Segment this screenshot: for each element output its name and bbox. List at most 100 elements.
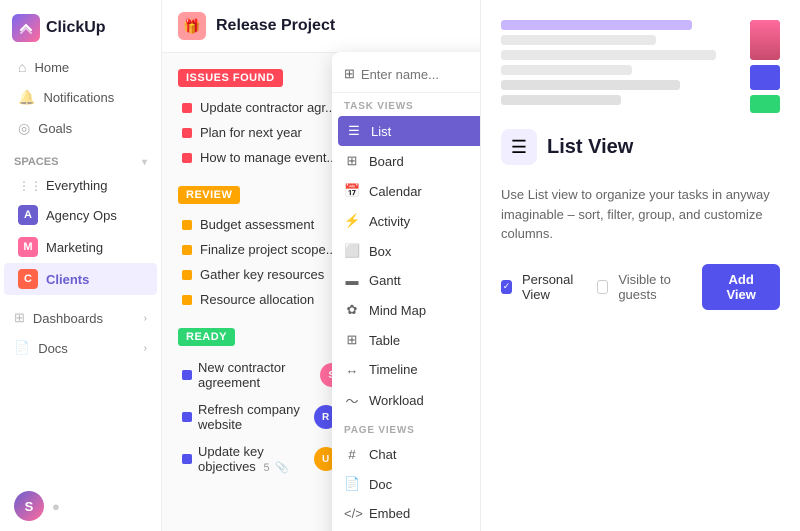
project-icon: 🎁 (178, 12, 206, 40)
checkmark-icon: ✓ (503, 281, 511, 292)
spaces-section: Spaces ▾ ⋮⋮ Everything A Agency Ops M Ma… (0, 144, 161, 295)
right-panel-header: ☰ List View (501, 129, 780, 175)
sidebar-item-goals[interactable]: ◎ Goals (4, 113, 157, 144)
sidebar-item-agency-ops[interactable]: A Agency Ops (4, 199, 157, 231)
list-label: List (371, 124, 391, 139)
activity-label: Activity (369, 214, 410, 229)
table-icon: ⊞ (344, 332, 360, 348)
task-tag: 5 (263, 462, 269, 474)
dropdown-item-workload[interactable]: 〜 Workload (332, 384, 480, 417)
goals-icon: ◎ (18, 120, 30, 137)
task-text: Resource allocation (200, 292, 314, 307)
illustration-bar-4 (501, 65, 632, 75)
activity-icon: ⚡ (344, 213, 360, 229)
page-views-label: PAGE VIEWS (332, 417, 480, 440)
timeline-icon: ↔ (344, 362, 360, 377)
doc-label: Doc (369, 477, 392, 492)
dropdown-item-timeline[interactable]: ↔ Timeline (332, 355, 480, 384)
sidebar-item-notifications[interactable]: 🔔 Notifications (4, 82, 157, 113)
list-view-title: List View (547, 136, 633, 159)
sidebar-item-everything[interactable]: ⋮⋮ Everything (4, 172, 157, 199)
sidebar-item-docs[interactable]: 📄 Docs › (0, 333, 161, 363)
spaces-chevron[interactable]: ▾ (142, 157, 147, 168)
dropdown-item-list[interactable]: ☰ List (338, 116, 480, 146)
view-name-input[interactable] (361, 67, 480, 82)
main-header: 🎁 Release Project (162, 0, 480, 53)
guests-checkbox[interactable] (597, 280, 608, 294)
illustration-bar-5 (501, 80, 680, 90)
chart-bar-green (750, 95, 780, 113)
sidebar-item-marketing[interactable]: M Marketing (4, 231, 157, 263)
logo-text: ClickUp (46, 19, 106, 37)
dropdown-item-doc[interactable]: 📄 Doc (332, 469, 480, 499)
timeline-label: Timeline (369, 362, 418, 377)
task-dot-blue (182, 412, 192, 422)
illustration-bar-1 (501, 20, 692, 30)
task-text: Finalize project scope... (200, 242, 337, 257)
task-dot-red (182, 128, 192, 138)
list-icon: ☰ (346, 123, 362, 139)
task-text: Update key objectives 5 📎 (198, 444, 308, 474)
list-view-description: Use List view to organize your tasks in … (501, 185, 780, 244)
task-views-label: TASK VIEWS (332, 93, 480, 116)
sidebar-item-notifications-label: Notifications (43, 90, 114, 105)
right-panel: ☰ List View Use List view to organize yo… (480, 0, 800, 531)
add-view-button[interactable]: Add View (702, 264, 780, 310)
agency-ops-badge: A (18, 205, 38, 225)
dropdown-item-table[interactable]: ⊞ Table (332, 325, 480, 355)
calendar-icon: 📅 (344, 183, 360, 199)
chart-bar-red (750, 20, 780, 60)
view-options: ✓ Personal View Visible to guests Add Vi… (501, 264, 780, 310)
online-dot: ● (52, 499, 60, 514)
task-dot-blue (182, 454, 192, 464)
home-icon: ⌂ (18, 59, 26, 75)
mindmap-icon: ✿ (344, 302, 360, 318)
dropdown-item-mindmap[interactable]: ✿ Mind Map (332, 295, 480, 325)
marketing-label: Marketing (46, 240, 103, 255)
dashboards-label: Dashboards (33, 311, 103, 326)
dropdown-item-gantt[interactable]: ▬ Gantt (332, 266, 480, 295)
task-text: Budget assessment (200, 217, 314, 232)
dropdown-item-embed[interactable]: </> Embed (332, 499, 480, 528)
chat-icon: # (344, 447, 360, 462)
illustration-bar-6 (501, 95, 621, 105)
dropdown-item-calendar[interactable]: 📅 Calendar (332, 176, 480, 206)
illustration-bar-3 (501, 50, 716, 60)
task-dot-red (182, 153, 192, 163)
task-text: How to manage event... (200, 150, 337, 165)
box-icon: ⬜ (344, 243, 360, 259)
sidebar-item-dashboards[interactable]: ⊞ Dashboards › (0, 303, 161, 333)
list-view-illustration (501, 20, 780, 113)
list-view-icon: ☰ (501, 129, 537, 165)
task-dot-orange (182, 245, 192, 255)
dropdown-item-activity[interactable]: ⚡ Activity (332, 206, 480, 236)
gantt-label: Gantt (369, 273, 401, 288)
dashboards-chevron: › (144, 313, 147, 324)
task-text: Plan for next year (200, 125, 302, 140)
sidebar-item-home[interactable]: ⌂ Home (4, 52, 157, 82)
personal-view-label: Personal View (522, 272, 587, 302)
task-dot-red (182, 103, 192, 113)
personal-view-checkbox[interactable]: ✓ (501, 280, 512, 294)
logo-icon (12, 14, 40, 42)
docs-icon: 📄 (14, 340, 30, 356)
workload-label: Workload (369, 393, 424, 408)
avatar[interactable]: S (14, 491, 44, 521)
sidebar-nav: ⌂ Home 🔔 Notifications ◎ Goals (0, 52, 161, 144)
dropdown-item-board[interactable]: ⊞ Board (332, 146, 480, 176)
workload-icon: 〜 (344, 391, 360, 410)
doc-icon: 📄 (344, 476, 360, 492)
mindmap-label: Mind Map (369, 303, 426, 318)
embed-label: Embed (369, 506, 410, 521)
task-text: Update contractor agr... (200, 100, 336, 115)
sidebar-item-clients[interactable]: C Clients (4, 263, 157, 295)
dropdown-item-box[interactable]: ⬜ Box (332, 236, 480, 266)
sidebar-item-goals-label: Goals (38, 121, 72, 136)
everything-icon: ⋮⋮ (18, 179, 38, 193)
task-dot-orange (182, 270, 192, 280)
marketing-badge: M (18, 237, 38, 257)
dropdown-search-area: ⊞ (332, 60, 480, 93)
clients-badge: C (18, 269, 38, 289)
chat-label: Chat (369, 447, 396, 462)
dropdown-item-chat[interactable]: # Chat (332, 440, 480, 469)
